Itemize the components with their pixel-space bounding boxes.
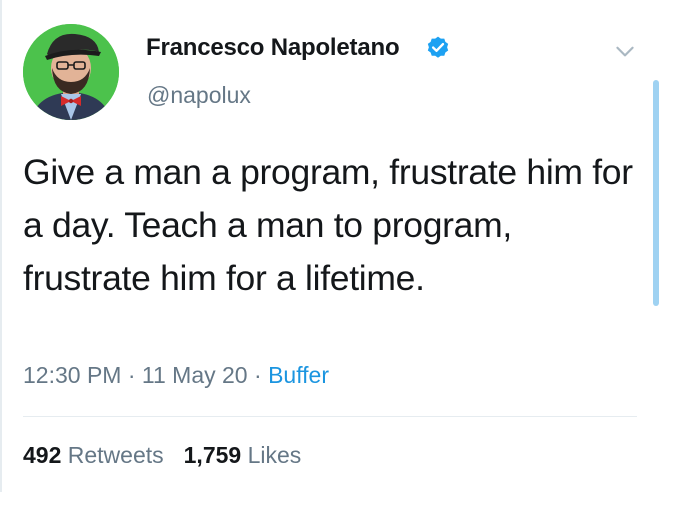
tweet-date[interactable]: 11 May 20 bbox=[142, 362, 248, 388]
tweet-time[interactable]: 12:30 PM bbox=[23, 362, 121, 388]
verified-badge-icon bbox=[427, 36, 449, 58]
author-handle[interactable]: @napolux bbox=[147, 82, 251, 109]
tweet-meta: 12:30 PM · 11 May 20 · Buffer bbox=[23, 362, 329, 389]
likes-label: Likes bbox=[247, 442, 302, 468]
retweets-label: Retweets bbox=[67, 442, 164, 468]
tweet-stats: 492 Retweets 1,759 Likes bbox=[23, 442, 301, 469]
tweet-source-link[interactable]: Buffer bbox=[268, 362, 329, 388]
meta-separator: · bbox=[247, 362, 269, 388]
likes-count: 1,759 bbox=[183, 442, 242, 468]
avatar-image bbox=[23, 24, 119, 120]
card-border bbox=[0, 0, 2, 492]
tweet-text: Give a man a program, frustrate him for … bbox=[23, 152, 633, 298]
divider bbox=[23, 416, 637, 417]
retweets-stat[interactable]: 492 Retweets bbox=[23, 442, 164, 468]
meta-separator: · bbox=[121, 362, 142, 388]
retweets-count: 492 bbox=[23, 442, 62, 468]
scrollbar[interactable] bbox=[653, 80, 659, 306]
tweet-card: Francesco Napoletano @napolux Give a man… bbox=[0, 0, 700, 532]
avatar[interactable] bbox=[23, 24, 119, 120]
author-display-name[interactable]: Francesco Napoletano bbox=[146, 34, 400, 62]
chevron-down-icon[interactable] bbox=[612, 38, 638, 64]
likes-stat[interactable]: 1,759 Likes bbox=[184, 442, 302, 468]
